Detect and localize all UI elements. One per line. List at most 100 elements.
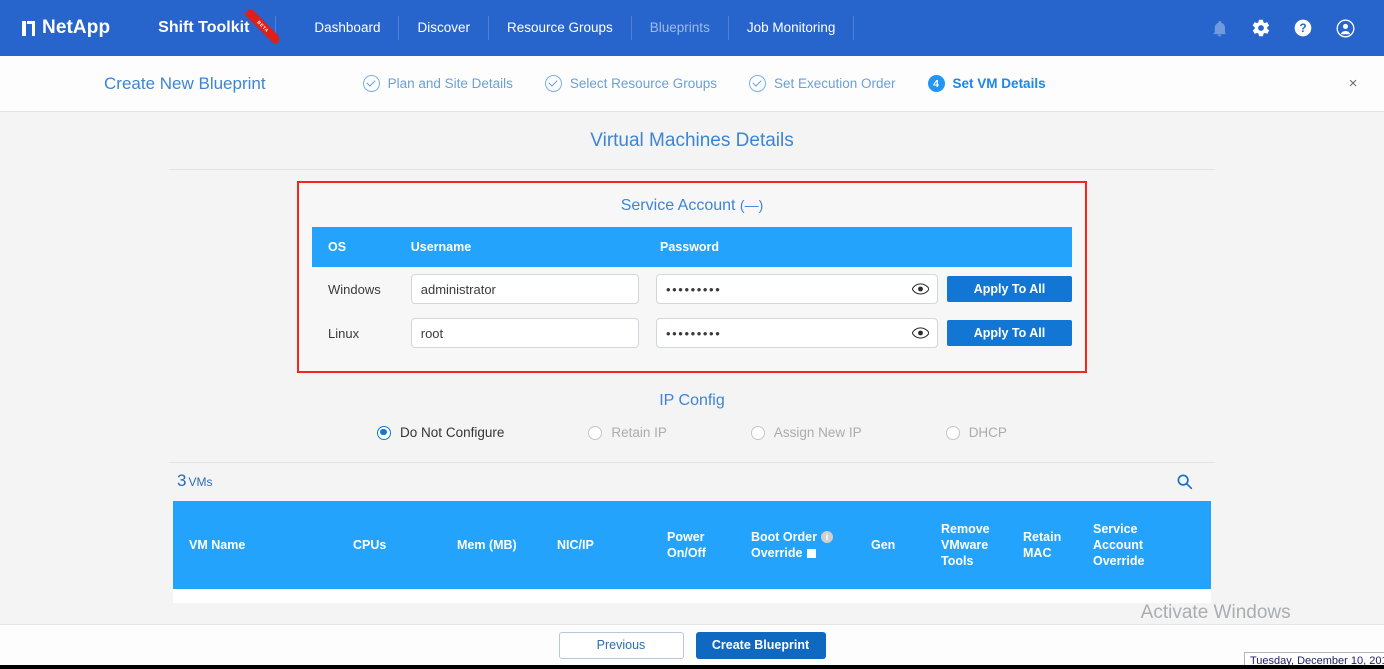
gear-icon[interactable] [1240, 7, 1282, 49]
column-header-line: CPUs [353, 538, 387, 552]
radio-label: DHCP [968, 425, 1007, 440]
wizard-step-set-vm-details[interactable]: 4 Set VM Details [927, 75, 1046, 92]
windows-username-input[interactable] [410, 274, 639, 304]
service-account-title[interactable]: Service Account (—) [312, 192, 1072, 227]
brand-name: NetApp [42, 17, 111, 38]
screen-edge [0, 665, 1384, 669]
close-icon[interactable]: × [1340, 71, 1366, 97]
netapp-logo[interactable]: NetApp [22, 17, 110, 39]
nav-item-blueprints[interactable]: Blueprints [632, 15, 728, 41]
vm-count: 3 VMs [177, 471, 212, 491]
radio-label: Do Not Configure [400, 425, 505, 440]
radio-assign-new-ip[interactable]: Assign New IP [750, 425, 862, 440]
nav-icon-group: ? [1198, 0, 1366, 56]
linux-password-input[interactable] [656, 318, 938, 348]
page-title: Virtual Machines Details [590, 130, 794, 151]
radio-retain-ip[interactable]: Retain IP [588, 425, 667, 440]
column-header-line: Mem (MB) [457, 538, 517, 552]
show-password-eye-icon[interactable] [911, 324, 929, 342]
column-header-remove-vmware-tools[interactable]: Remove VMware Tools [941, 501, 1023, 589]
column-header-mem-mb[interactable]: Mem (MB) [457, 501, 557, 589]
wizard-title: Create New Blueprint [104, 73, 266, 93]
radio-dhcp[interactable]: DHCP [945, 425, 1007, 440]
column-header-cpus[interactable]: CPUs [353, 501, 457, 589]
step-number-badge: 4 [927, 75, 945, 92]
wizard-step-label: Select Resource Groups [569, 76, 717, 91]
create-blueprint-button[interactable]: Create Blueprint [695, 631, 826, 659]
windows-activation-watermark: Activate Windows Go to Settings to activ… [1141, 601, 1338, 624]
check-circle-icon [544, 75, 562, 92]
column-header-line: Boot Order [751, 530, 817, 544]
column-header-password: Password [656, 227, 1072, 267]
wizard-step-select-resource-groups[interactable]: Select Resource Groups [544, 75, 717, 92]
radio-label: Retain IP [611, 425, 667, 440]
column-header-gen[interactable]: Gen [871, 501, 941, 589]
column-header-line: Gen [871, 538, 896, 552]
column-header-line-with-info: Boot Order i [751, 529, 871, 545]
svg-text:?: ? [1299, 22, 1306, 35]
cell-username-windows [410, 267, 656, 311]
nav-links: Dashboard Discover Resource Groups Bluep… [296, 15, 855, 41]
apply-to-all-windows-button[interactable]: Apply To All [947, 276, 1072, 302]
product-name-label: Shift Toolkit [158, 19, 250, 36]
table-row: Windows administrator ••••••••• Apply To… [312, 267, 1072, 311]
user-avatar-icon[interactable] [1324, 7, 1366, 49]
column-header-line: VM Name [189, 538, 246, 552]
table-row[interactable] [173, 589, 1211, 603]
column-header-line: On/Off [667, 546, 706, 560]
show-password-eye-icon[interactable] [911, 280, 929, 298]
radio-do-not-configure[interactable]: Do Not Configure [377, 425, 504, 440]
help-icon[interactable]: ? [1282, 7, 1324, 49]
vms-table-body [173, 589, 1211, 603]
column-header-boot-order-override[interactable]: Boot Order i Override [751, 501, 871, 589]
section-divider [169, 169, 1215, 170]
wizard-step-set-execution-order[interactable]: Set Execution Order [748, 75, 896, 92]
nav-item-resource-groups[interactable]: Resource Groups [489, 15, 631, 41]
column-header-line: Account [1093, 538, 1143, 552]
previous-button[interactable]: Previous [558, 631, 684, 659]
service-account-title-label: Service Account [620, 197, 736, 214]
column-header-line: Override [1093, 554, 1145, 568]
search-icon[interactable] [1172, 469, 1196, 493]
app-window: NetApp Shift Toolkit BETA Dashboard Disc… [0, 0, 1384, 669]
column-header-line: Tools [941, 554, 974, 568]
wizard-step-plan-and-site-details[interactable]: Plan and Site Details [362, 75, 513, 92]
apply-to-all-linux-button[interactable]: Apply To All [947, 320, 1072, 346]
wizard-step-label: Plan and Site Details [387, 76, 513, 91]
radio-label: Assign New IP [773, 425, 862, 440]
wizard-footer: Previous Create Blueprint [0, 624, 1384, 665]
column-header-line: NIC/IP [557, 538, 594, 552]
column-header-line: Retain [1023, 530, 1062, 544]
nav-item-discover[interactable]: Discover [399, 15, 488, 41]
radio-dot-icon [945, 425, 960, 440]
info-icon[interactable]: i [820, 531, 833, 543]
product-name: Shift Toolkit BETA [158, 10, 280, 44]
vms-table-header: VM Name CPUs Mem (MB) NIC/IP Power On/Of… [173, 501, 1211, 589]
vm-count-unit: VMs [188, 475, 213, 489]
column-header-retain-mac[interactable]: Retain MAC [1023, 501, 1093, 589]
radio-dot-icon [750, 425, 765, 440]
beta-ribbon-icon: BETA [245, 10, 280, 44]
wizard-steps: Plan and Site Details Select Resource Gr… [362, 75, 1078, 92]
column-header-line: MAC [1023, 546, 1052, 560]
cell-os-linux: Linux [328, 325, 360, 341]
column-header-vm-name[interactable]: VM Name [173, 501, 353, 589]
collapse-icon[interactable]: (—) [740, 197, 763, 213]
linux-username-input[interactable] [410, 318, 639, 348]
windows-password-input[interactable] [656, 274, 938, 304]
nav-item-job-monitoring[interactable]: Job Monitoring [729, 15, 854, 41]
cell-password-linux: Apply To All [656, 311, 1072, 355]
column-header-nic-ip[interactable]: NIC/IP [557, 501, 667, 589]
top-navigation-bar: NetApp Shift Toolkit BETA Dashboard Disc… [0, 0, 1384, 56]
column-header-line: VMware [941, 538, 989, 552]
service-account-table-header: OS Username Password [312, 227, 1072, 267]
bell-icon[interactable] [1198, 7, 1240, 49]
column-header-power-on-off[interactable]: Power On/Off [667, 501, 751, 589]
nav-item-dashboard[interactable]: Dashboard [296, 15, 398, 41]
boot-order-override-checkbox[interactable] [807, 549, 817, 558]
column-header-service-account-override[interactable]: Service Account Override [1093, 501, 1211, 589]
check-circle-icon [362, 75, 380, 92]
check-circle-icon [748, 75, 766, 92]
radio-dot-icon [377, 425, 392, 440]
column-header-line: Override [751, 546, 803, 560]
